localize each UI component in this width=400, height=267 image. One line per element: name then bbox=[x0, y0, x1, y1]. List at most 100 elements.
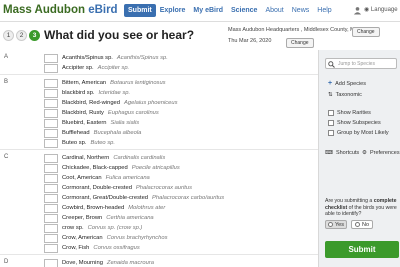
species-count-input[interactable] bbox=[44, 163, 58, 173]
submit-button[interactable]: Submit bbox=[325, 241, 399, 258]
show-subspecies-checkbox[interactable] bbox=[328, 120, 334, 126]
nav-my-ebird[interactable]: My eBird bbox=[189, 4, 227, 17]
species-count-input[interactable] bbox=[44, 213, 58, 223]
species-count-input[interactable] bbox=[44, 203, 58, 213]
show-rarities-checkbox[interactable] bbox=[328, 110, 334, 116]
section-letter: D bbox=[4, 259, 9, 265]
show-subspecies-option[interactable]: Show Subspecies bbox=[328, 120, 381, 126]
species-scientific-name: Accipiter sp. bbox=[97, 65, 130, 71]
add-species-label: Add Species bbox=[335, 80, 366, 87]
species-count-input[interactable] bbox=[44, 108, 58, 118]
shortcuts-label: Shortcuts bbox=[335, 150, 360, 156]
show-rarities-label: Show Rarities bbox=[337, 110, 371, 116]
language-menu[interactable]: ◉ Language bbox=[364, 6, 398, 13]
species-common-name: Buteo sp. bbox=[62, 140, 87, 146]
date-text: Thu Mar 26, 2020 bbox=[228, 38, 272, 44]
group-most-likely-checkbox[interactable] bbox=[328, 130, 334, 136]
species-row: Blackbird, Rusty Euphagus carolinus bbox=[44, 108, 159, 118]
species-row: Cormorant, Great/Double-crested Phalacroc… bbox=[44, 193, 224, 203]
species-count-input[interactable] bbox=[44, 98, 58, 108]
species-count-input[interactable] bbox=[44, 193, 58, 203]
species-common-name: Bluebird, Eastern bbox=[62, 120, 107, 126]
preferences-link[interactable]: ⚙ Preferences bbox=[362, 150, 400, 156]
species-count-input[interactable] bbox=[44, 153, 58, 163]
nav-news[interactable]: News bbox=[288, 4, 314, 17]
species-count-input[interactable] bbox=[44, 53, 58, 63]
step-3-current: 3 bbox=[29, 30, 40, 41]
add-species-link[interactable]: + Add Species bbox=[328, 80, 366, 87]
species-scientific-name: Cardinalis cardinalis bbox=[113, 155, 166, 161]
species-count-input[interactable] bbox=[44, 243, 58, 253]
site-logo[interactable]: Mass Audubon eBird bbox=[3, 4, 118, 16]
step-1[interactable]: 1 bbox=[3, 30, 14, 41]
no-radio[interactable] bbox=[354, 222, 360, 227]
shortcuts-link[interactable]: ⌨ Shortcuts bbox=[325, 150, 359, 156]
species-scientific-name: Euphagus carolinus bbox=[107, 110, 159, 116]
species-count-input[interactable] bbox=[44, 233, 58, 243]
species-count-input[interactable] bbox=[44, 78, 58, 88]
species-scientific-name: Botaurus lentiginosus bbox=[110, 80, 166, 86]
globe-icon: ◉ bbox=[364, 7, 371, 13]
change-date-button[interactable]: Change bbox=[286, 38, 314, 48]
species-row: Bittern, American Botaurus lentiginosus bbox=[44, 78, 166, 88]
plus-icon: + bbox=[328, 80, 333, 87]
group-most-likely-option[interactable]: Group by Most Likely bbox=[328, 130, 389, 136]
species-scientific-name: Certhia americana bbox=[106, 215, 154, 221]
species-common-name: Cormorant, Double-crested bbox=[62, 185, 132, 191]
species-common-name: Chickadee, Black-capped bbox=[62, 165, 128, 171]
species-count-input[interactable] bbox=[44, 138, 58, 148]
species-count-input[interactable] bbox=[44, 88, 58, 98]
nav-explore[interactable]: Explore bbox=[156, 4, 190, 17]
species-common-name: Crow, Fish bbox=[62, 245, 90, 251]
species-count-input[interactable] bbox=[44, 118, 58, 128]
question-pre: Are you submitting a bbox=[325, 198, 374, 204]
nav-help[interactable]: Help bbox=[313, 4, 335, 17]
species-list: A Acanthis/Spinus sp. Acanthis/Spinus sp. A… bbox=[0, 50, 318, 267]
species-count-input[interactable] bbox=[44, 63, 58, 73]
search-placeholder: Jump to Species bbox=[338, 61, 375, 67]
location-text: Mass Audubon Headquarters , Middlesex Co… bbox=[228, 27, 360, 33]
species-scientific-name: Corvus ossifragus bbox=[93, 245, 140, 251]
show-rarities-option[interactable]: Show Rarities bbox=[328, 110, 371, 116]
top-navbar: Mass Audubon eBird Submit Explore My eBi… bbox=[0, 0, 400, 22]
species-row: Coot, American Fulica americana bbox=[44, 173, 150, 183]
species-count-input[interactable] bbox=[44, 223, 58, 233]
keyboard-icon: ⌨ bbox=[325, 150, 333, 156]
species-count-input[interactable] bbox=[44, 258, 58, 267]
logo-main-text: Mass Audubon bbox=[3, 4, 89, 16]
nav-about[interactable]: About bbox=[261, 4, 287, 17]
nav-submit[interactable]: Submit bbox=[124, 4, 156, 17]
species-common-name: Cormorant, Great/Double-crested bbox=[62, 195, 149, 201]
species-scientific-name: Bucephala albeola bbox=[93, 130, 142, 136]
taxonomic-sort[interactable]: ⇅ Taxonomic bbox=[328, 92, 362, 98]
species-scientific-name: Fulica americana bbox=[105, 175, 150, 181]
species-common-name: Crow, American bbox=[62, 235, 103, 241]
species-count-input[interactable] bbox=[44, 183, 58, 193]
species-row: Crow, Fish Corvus ossifragus bbox=[44, 243, 140, 253]
user-icon[interactable] bbox=[353, 6, 362, 15]
species-common-name: Blackbird, Rusty bbox=[62, 110, 104, 116]
logo-ebird-text: eBird bbox=[88, 4, 118, 16]
section-divider bbox=[0, 149, 318, 150]
group-most-likely-label: Group by Most Likely bbox=[337, 130, 389, 136]
show-subspecies-label: Show Subspecies bbox=[337, 120, 381, 126]
jump-to-species-input[interactable]: Jump to Species bbox=[325, 58, 397, 69]
species-scientific-name: Poecile atricapillus bbox=[131, 165, 180, 171]
species-common-name: Accipiter sp. bbox=[62, 65, 94, 71]
species-row: Buteo sp. Buteo sp. bbox=[44, 138, 115, 148]
species-row: Crow, American Corvus brachyrhynchos bbox=[44, 233, 168, 243]
species-common-name: Acanthis/Spinus sp. bbox=[62, 55, 113, 61]
step-2[interactable]: 2 bbox=[16, 30, 27, 41]
species-count-input[interactable] bbox=[44, 128, 58, 138]
species-count-input[interactable] bbox=[44, 173, 58, 183]
yes-option[interactable]: Yes bbox=[325, 220, 347, 229]
species-common-name: Cardinal, Northern bbox=[62, 155, 110, 161]
no-option[interactable]: No bbox=[351, 220, 373, 229]
species-scientific-name: Corvus sp. (crow sp.) bbox=[87, 225, 143, 231]
change-location-button[interactable]: Change bbox=[352, 27, 380, 37]
nav-science[interactable]: Science bbox=[227, 4, 261, 17]
species-common-name: Dove, Mourning bbox=[62, 260, 103, 266]
yes-radio[interactable] bbox=[328, 222, 333, 227]
species-row: Bufflehead Bucephala albeola bbox=[44, 128, 141, 138]
species-scientific-name: Icteridae sp. bbox=[98, 90, 131, 96]
